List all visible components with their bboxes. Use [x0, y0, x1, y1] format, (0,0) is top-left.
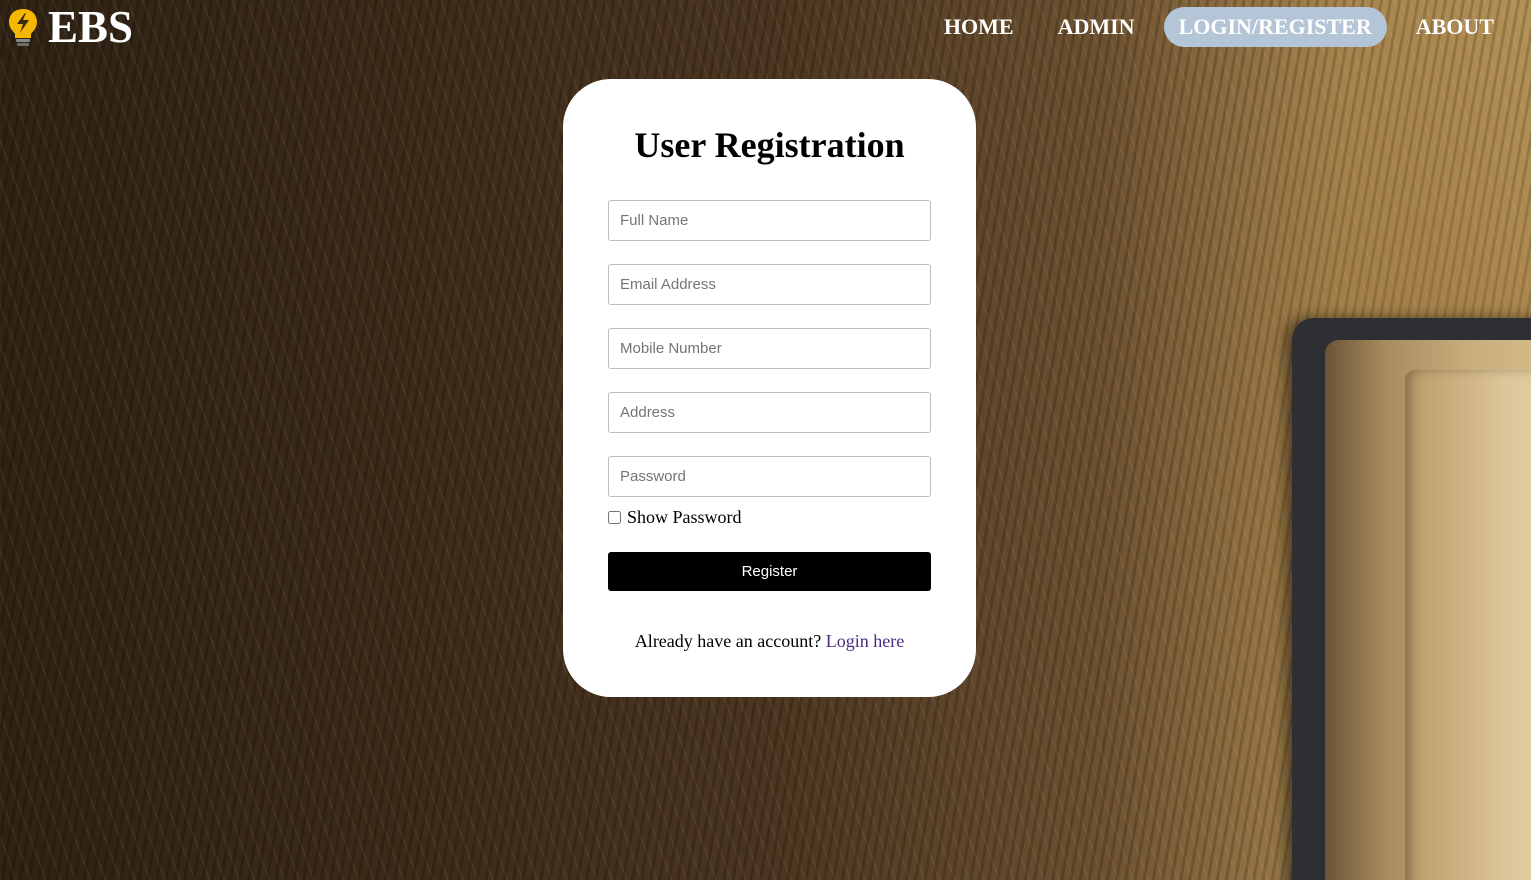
nav-login-register[interactable]: LOGIN/REGISTER: [1163, 7, 1387, 47]
login-prompt-line: Already have an account? Login here: [563, 630, 976, 652]
mobile-number-input[interactable]: [608, 328, 931, 369]
show-password-checkbox[interactable]: [608, 511, 621, 524]
main-nav: HOME ADMIN LOGIN/REGISTER ABOUT: [915, 7, 1509, 47]
login-here-link[interactable]: Login here: [826, 631, 904, 651]
registration-card: [563, 79, 976, 697]
login-prompt-text: Already have an account?: [634, 631, 822, 651]
brand[interactable]: EBS: [6, 4, 133, 50]
page-title: User Registration: [634, 125, 905, 165]
address-input[interactable]: [608, 392, 931, 433]
nav-home[interactable]: HOME: [929, 7, 1029, 47]
top-navbar: EBS HOME ADMIN LOGIN/REGISTER ABOUT: [0, 0, 1531, 56]
brand-name: EBS: [48, 2, 134, 52]
nav-admin[interactable]: ADMIN: [1043, 7, 1150, 47]
password-input[interactable]: [608, 456, 931, 497]
show-password-option[interactable]: Show Password: [607, 507, 742, 528]
wall-socket-plate: [1405, 370, 1531, 880]
lightbulb-bolt-icon: [6, 7, 40, 47]
full-name-input[interactable]: [608, 200, 931, 241]
register-button[interactable]: Register: [608, 552, 931, 591]
nav-about[interactable]: ABOUT: [1401, 7, 1509, 47]
show-password-label: Show Password: [627, 507, 742, 527]
email-input[interactable]: [608, 264, 931, 305]
